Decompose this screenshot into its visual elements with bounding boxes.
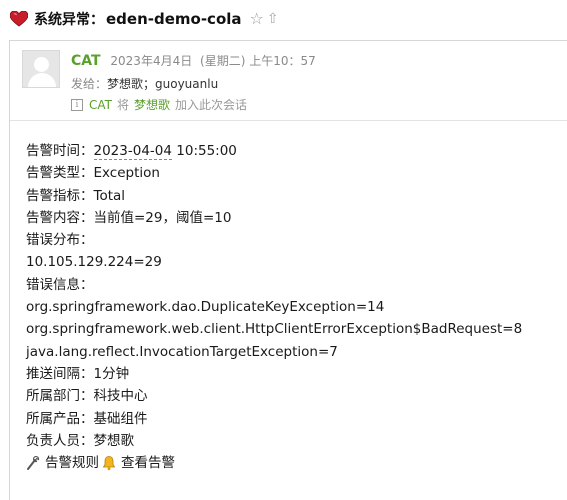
error-dist-label-line: 错误分布： [26, 229, 566, 251]
error-dist-value: 10.105.129.224=29 [26, 254, 162, 271]
error-info-label: 错误信息： [26, 276, 94, 293]
push-interval-line: 推送间隔：1分钟 [26, 363, 566, 385]
to-label: 发给： [71, 77, 108, 91]
sender-name[interactable]: CAT [71, 53, 101, 69]
subject-prefix: 系统异常： [34, 12, 104, 28]
mail-body: 告警时间：2023-04-04 10:55:00 告警类型：Exception … [26, 140, 566, 474]
error-item-text: java.lang.reflect.InvocationTargetExcept… [26, 343, 338, 360]
owner-value: 梦想歌 [93, 432, 135, 449]
department-value: 科技中心 [93, 388, 148, 405]
avatar[interactable] [22, 50, 60, 88]
info-link[interactable]: 梦想歌 [134, 96, 170, 113]
alert-rules-link[interactable]: 告警规则 [45, 452, 99, 474]
to-value[interactable]: 梦想歌；guoyuanlu [107, 77, 218, 91]
alert-time-label: 告警时间： [26, 143, 94, 159]
owner-label: 负责人员： [26, 432, 94, 449]
error-item: org.springframework.dao.DuplicateKeyExce… [26, 296, 566, 318]
error-item-text: org.springframework.web.client.HttpClien… [26, 321, 523, 338]
conversation-info: i CAT 将 梦想歌 加入此次会话 [71, 96, 247, 113]
alert-type-label: 告警类型： [26, 165, 94, 182]
alert-metric-label: 告警指标： [26, 187, 94, 204]
push-interval-label: 推送间隔： [26, 365, 94, 382]
send-date: 2023年4月4日 [110, 54, 193, 68]
alert-type-line: 告警类型：Exception [26, 162, 566, 184]
error-dist-value-line: 10.105.129.224=29 [26, 251, 566, 273]
product-line: 所属产品：基础组件 [26, 408, 566, 430]
error-item: org.springframework.web.client.HttpClien… [26, 318, 566, 340]
alert-time-date[interactable]: 2023-04-04 [93, 143, 172, 160]
error-item-text: org.springframework.dao.DuplicateKeyExce… [26, 299, 385, 316]
alert-metric-line: 告警指标：Total [26, 185, 566, 207]
alert-time-clock: 10:55:00 [171, 143, 237, 159]
send-weekday: (星期二) [200, 54, 246, 68]
alert-content-line: 告警内容：当前值=29，阈值=10 [26, 207, 566, 229]
alert-content-value: 当前值=29，阈值=10 [93, 209, 232, 226]
alert-metric-value: Total [93, 187, 126, 204]
view-alert-link[interactable]: 查看告警 [121, 452, 175, 474]
error-info-label-line: 错误信息： [26, 274, 566, 296]
info-icon: i [71, 98, 83, 111]
wrench-icon [27, 456, 40, 471]
mail-card: CAT 2023年4月4日 (星期二) 上午10：57 发给：梦想歌；guoyu… [9, 40, 567, 500]
product-label: 所属产品： [26, 410, 94, 427]
recipient-line: 发给：梦想歌；guoyuanlu [71, 75, 218, 92]
product-value: 基础组件 [93, 410, 148, 427]
send-time: 上午10：57 [249, 54, 316, 68]
subject-title: eden-demo-cola [106, 10, 242, 28]
subject-bar: 系统异常： eden-demo-cola ☆ ⇧ [0, 0, 567, 38]
error-item: java.lang.reflect.InvocationTargetExcept… [26, 341, 566, 363]
alert-content-label: 告警内容： [26, 209, 94, 226]
error-dist-label: 错误分布： [26, 232, 94, 249]
owner-line: 负责人员：梦想歌 [26, 430, 566, 452]
info-tail: 加入此次会话 [175, 98, 248, 112]
alert-time-line: 告警时间：2023-04-04 10:55:00 [26, 140, 566, 162]
bell-icon [102, 456, 116, 471]
heart-icon [10, 11, 28, 27]
alert-type-value: Exception [93, 165, 160, 182]
star-icon[interactable]: ☆ [250, 11, 264, 27]
info-who[interactable]: CAT [89, 98, 112, 112]
push-interval-value: 1分钟 [93, 365, 130, 382]
sender-line: CAT 2023年4月4日 (星期二) 上午10：57 [71, 52, 316, 69]
department-label: 所属部门： [26, 388, 94, 405]
mail-header: CAT 2023年4月4日 (星期二) 上午10：57 发给：梦想歌；guoyu… [10, 41, 567, 121]
actions-line: 告警规则 查看告警 [26, 452, 566, 474]
department-line: 所属部门：科技中心 [26, 385, 566, 407]
info-mid: 将 [117, 98, 130, 112]
share-icon[interactable]: ⇧ [267, 12, 279, 26]
